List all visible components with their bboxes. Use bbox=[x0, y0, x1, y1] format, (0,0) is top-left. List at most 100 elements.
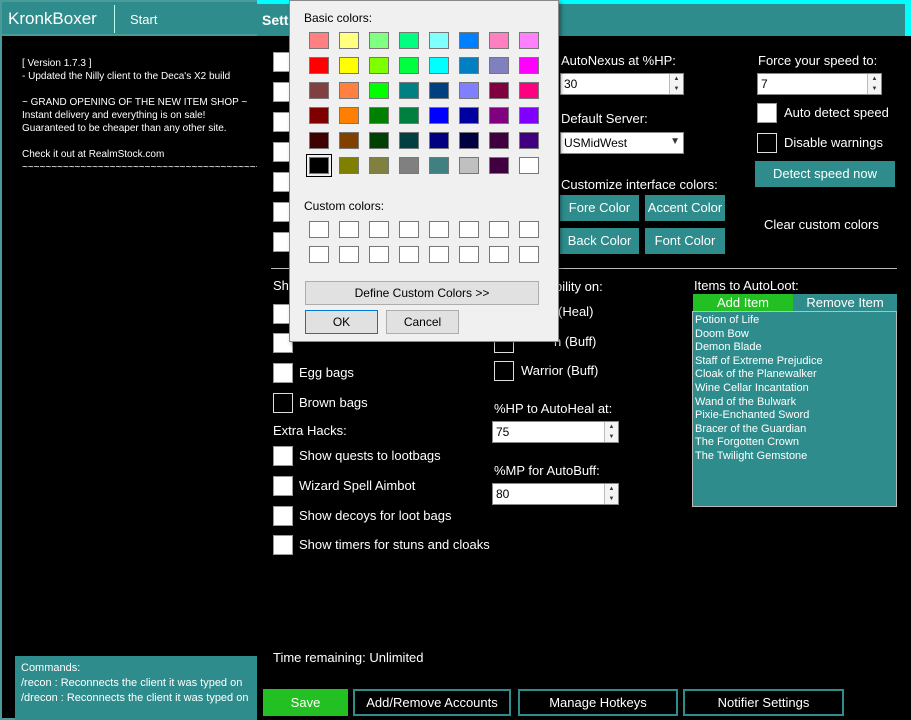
basic-color-swatch[interactable] bbox=[459, 107, 479, 124]
basic-color-swatch[interactable] bbox=[519, 57, 539, 74]
spin-arrows-icon[interactable]: ▲ ▼ bbox=[669, 74, 683, 94]
egg-bags-checkbox[interactable] bbox=[273, 363, 293, 383]
basic-color-swatch[interactable] bbox=[489, 57, 509, 74]
clear-custom-colors-link[interactable]: Clear custom colors bbox=[764, 217, 879, 232]
basic-color-swatch[interactable] bbox=[369, 32, 389, 49]
basic-color-swatch[interactable] bbox=[519, 107, 539, 124]
custom-color-swatch[interactable] bbox=[369, 246, 389, 263]
save-button[interactable]: Save bbox=[263, 689, 348, 716]
loot-list-item[interactable]: Bracer of the Guardian bbox=[695, 423, 896, 437]
loot-list-item[interactable]: Pixie-Enchanted Sword bbox=[695, 409, 896, 423]
custom-color-swatch[interactable] bbox=[309, 221, 329, 238]
basic-color-swatch[interactable] bbox=[339, 82, 359, 99]
custom-color-swatch[interactable] bbox=[339, 246, 359, 263]
font-color-button[interactable]: Font Color bbox=[645, 228, 725, 254]
fore-color-button[interactable]: Fore Color bbox=[560, 195, 639, 221]
loot-list-item[interactable]: Demon Blade bbox=[695, 341, 896, 355]
define-custom-colors-button[interactable]: Define Custom Colors >> bbox=[305, 281, 539, 305]
autonexus-stepper[interactable]: ▲▼ bbox=[560, 73, 684, 95]
notifier-settings-button[interactable]: Notifier Settings bbox=[683, 689, 844, 716]
auto-detect-speed-checkbox[interactable] bbox=[757, 103, 777, 123]
basic-color-swatch[interactable] bbox=[339, 132, 359, 149]
brown-bags-checkbox[interactable] bbox=[273, 393, 293, 413]
basic-color-swatch[interactable] bbox=[459, 157, 479, 174]
loot-list-item[interactable]: Staff of Extreme Prejudice bbox=[695, 355, 896, 369]
basic-color-swatch[interactable] bbox=[306, 154, 332, 177]
hp-autoheal-stepper[interactable]: ▲▼ bbox=[492, 421, 619, 443]
spin-arrows-icon[interactable]: ▲ ▼ bbox=[604, 484, 618, 504]
basic-color-swatch[interactable] bbox=[339, 57, 359, 74]
custom-color-swatch[interactable] bbox=[399, 246, 419, 263]
disable-warnings-checkbox[interactable] bbox=[757, 133, 777, 153]
custom-color-swatch[interactable] bbox=[429, 246, 449, 263]
custom-color-swatch[interactable] bbox=[309, 246, 329, 263]
basic-color-swatch[interactable] bbox=[309, 107, 329, 124]
loot-list-item[interactable]: Potion of Life bbox=[695, 314, 896, 328]
hp-autoheal-input[interactable] bbox=[493, 422, 604, 442]
tab-start[interactable]: Start bbox=[130, 12, 157, 27]
loot-list-item[interactable]: Wand of the Bulwark bbox=[695, 396, 896, 410]
basic-color-swatch[interactable] bbox=[369, 82, 389, 99]
basic-color-swatch[interactable] bbox=[519, 32, 539, 49]
basic-color-swatch[interactable] bbox=[399, 157, 419, 174]
custom-color-swatch[interactable] bbox=[519, 246, 539, 263]
show-decoys-checkbox[interactable] bbox=[273, 506, 293, 526]
basic-color-swatch[interactable] bbox=[429, 82, 449, 99]
add-remove-accounts-button[interactable]: Add/Remove Accounts bbox=[353, 689, 511, 716]
basic-color-swatch[interactable] bbox=[429, 57, 449, 74]
custom-color-swatch[interactable] bbox=[489, 246, 509, 263]
basic-color-swatch[interactable] bbox=[309, 57, 329, 74]
back-color-button[interactable]: Back Color bbox=[560, 228, 639, 254]
add-item-button[interactable]: Add Item bbox=[693, 294, 793, 311]
basic-color-swatch[interactable] bbox=[489, 82, 509, 99]
ok-button[interactable]: OK bbox=[305, 310, 378, 334]
basic-color-swatch[interactable] bbox=[309, 132, 329, 149]
mp-autobuff-stepper[interactable]: ▲▼ bbox=[492, 483, 619, 505]
custom-color-swatch[interactable] bbox=[369, 221, 389, 238]
basic-color-swatch[interactable] bbox=[459, 132, 479, 149]
basic-color-swatch[interactable] bbox=[309, 82, 329, 99]
basic-color-swatch[interactable] bbox=[429, 157, 449, 174]
wizard-aimbot-checkbox[interactable] bbox=[273, 476, 293, 496]
spin-arrows-icon[interactable]: ▲ ▼ bbox=[867, 74, 881, 94]
custom-color-swatch[interactable] bbox=[429, 221, 449, 238]
custom-color-swatch[interactable] bbox=[459, 246, 479, 263]
cancel-button[interactable]: Cancel bbox=[386, 310, 459, 334]
show-quests-checkbox[interactable] bbox=[273, 446, 293, 466]
basic-color-swatch[interactable] bbox=[519, 82, 539, 99]
basic-color-swatch[interactable] bbox=[429, 132, 449, 149]
force-speed-stepper[interactable]: ▲▼ bbox=[757, 73, 882, 95]
basic-color-swatch[interactable] bbox=[399, 57, 419, 74]
accent-color-button[interactable]: Accent Color bbox=[645, 195, 725, 221]
basic-color-swatch[interactable] bbox=[309, 32, 329, 49]
basic-color-swatch[interactable] bbox=[429, 32, 449, 49]
loot-list-item[interactable]: The Forgotten Crown bbox=[695, 436, 896, 450]
basic-color-swatch[interactable] bbox=[399, 107, 419, 124]
basic-color-swatch[interactable] bbox=[399, 32, 419, 49]
basic-color-swatch[interactable] bbox=[489, 157, 509, 174]
loot-list-item[interactable]: Doom Bow bbox=[695, 328, 896, 342]
custom-color-swatch[interactable] bbox=[489, 221, 509, 238]
force-speed-input[interactable] bbox=[758, 74, 867, 94]
loot-list-item[interactable]: Cloak of the Planewalker bbox=[695, 368, 896, 382]
basic-color-swatch[interactable] bbox=[399, 132, 419, 149]
autonexus-input[interactable] bbox=[561, 74, 669, 94]
basic-color-swatch[interactable] bbox=[339, 107, 359, 124]
basic-color-swatch[interactable] bbox=[459, 32, 479, 49]
show-timers-checkbox[interactable] bbox=[273, 535, 293, 555]
basic-color-swatch[interactable] bbox=[459, 57, 479, 74]
custom-color-swatch[interactable] bbox=[459, 221, 479, 238]
manage-hotkeys-button[interactable]: Manage Hotkeys bbox=[518, 689, 678, 716]
warrior-buff-checkbox[interactable] bbox=[494, 361, 514, 381]
basic-color-swatch[interactable] bbox=[459, 82, 479, 99]
loot-list-item[interactable]: Wine Cellar Incantation bbox=[695, 382, 896, 396]
custom-color-swatch[interactable] bbox=[399, 221, 419, 238]
detect-speed-button[interactable]: Detect speed now bbox=[755, 161, 895, 187]
default-server-select[interactable]: USMidWest ▼ bbox=[560, 132, 684, 154]
autoloot-list[interactable]: Potion of Life Doom Bow Demon Blade Staff o… bbox=[692, 311, 897, 507]
basic-color-swatch[interactable] bbox=[489, 32, 509, 49]
basic-color-swatch[interactable] bbox=[429, 107, 449, 124]
mp-autobuff-input[interactable] bbox=[493, 484, 604, 504]
basic-color-swatch[interactable] bbox=[399, 82, 419, 99]
custom-color-swatch[interactable] bbox=[519, 221, 539, 238]
